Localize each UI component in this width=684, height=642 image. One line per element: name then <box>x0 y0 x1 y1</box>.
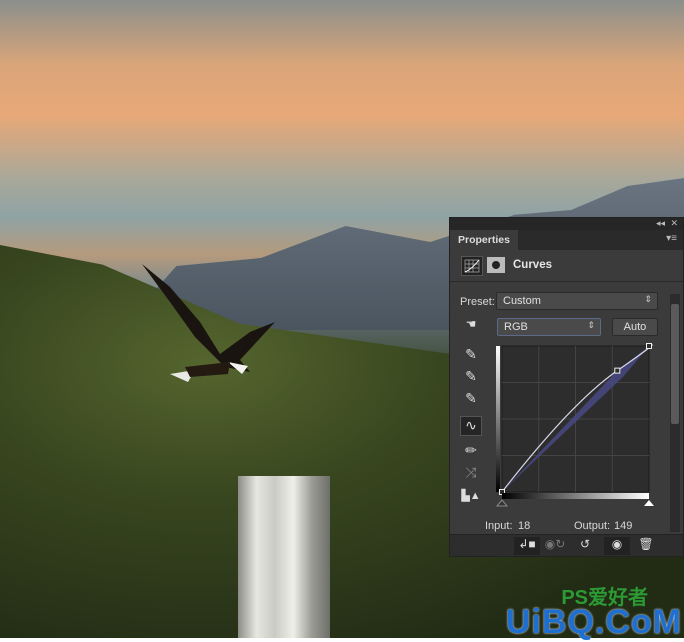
panel-footer: ↲■ ◉↻ ↺ ◉ 🗑 <box>450 534 683 556</box>
mask-icon[interactable] <box>487 257 505 273</box>
preset-label: Preset: <box>460 296 495 308</box>
clip-to-layer-icon[interactable]: ↲■ <box>514 537 540 555</box>
preset-select[interactable]: Custom ⇕ <box>496 292 658 310</box>
scrollbar-thumb[interactable] <box>671 304 679 424</box>
view-previous-icon[interactable]: ◉↻ <box>542 537 568 555</box>
curve-edit-icon[interactable]: ∿ <box>460 416 482 436</box>
input-label: Input: <box>485 520 513 532</box>
pencil-icon[interactable]: ✏ <box>460 442 482 462</box>
input-gradient <box>502 493 649 499</box>
channel-value: RGB <box>504 321 528 333</box>
panel-menu-icon[interactable]: ▾≡ <box>666 233 677 244</box>
white-point-eyedropper-icon[interactable]: ✎ <box>460 390 482 410</box>
reset-icon[interactable]: ↺ <box>572 537 598 555</box>
output-label: Output: <box>574 520 611 532</box>
eagle <box>142 264 275 382</box>
collapse-icon[interactable]: ◂◂ <box>656 218 665 229</box>
output-value: 149 <box>614 520 633 532</box>
close-icon[interactable]: ✕ <box>670 218 678 229</box>
curve-control-point[interactable] <box>614 367 621 374</box>
updown-icon: ⇕ <box>587 320 595 330</box>
smooth-icon[interactable]: ⤨ <box>460 464 482 484</box>
channel-select[interactable]: RGB ⇕ <box>497 318 601 336</box>
waterfall <box>238 476 330 638</box>
adjustment-title: Curves <box>513 259 552 271</box>
curves-adjustment-icon[interactable] <box>461 256 483 276</box>
tab-properties[interactable]: Properties <box>450 230 518 250</box>
clipping-warning-icon[interactable]: ▙▲ <box>460 489 482 509</box>
visibility-eye-icon[interactable]: ◉ <box>604 537 630 555</box>
curve-control-point[interactable] <box>646 343 652 349</box>
properties-panel: ◂◂ ✕ Properties ▾≡ Curves Preset: Custom… <box>449 217 684 557</box>
preset-value: Custom <box>503 295 541 307</box>
white-point-slider[interactable] <box>644 500 654 506</box>
black-point-eyedropper-icon[interactable]: ✎ <box>460 346 482 366</box>
auto-button[interactable]: Auto <box>612 318 658 336</box>
curve-graph[interactable] <box>496 342 656 510</box>
gray-point-eyedropper-icon[interactable]: ✎ <box>460 368 482 388</box>
watermark-site-logo: UiBQ.CoM <box>505 603 682 641</box>
scrollbar[interactable] <box>670 294 680 532</box>
black-point-slider[interactable] <box>496 499 509 507</box>
updown-icon: ⇕ <box>644 294 652 304</box>
targeted-adjustment-icon[interactable]: ☚ <box>460 317 482 337</box>
panel-topbar: ◂◂ ✕ <box>450 218 683 230</box>
output-gradient <box>496 346 500 492</box>
input-value: 18 <box>518 520 531 532</box>
delete-trash-icon[interactable]: 🗑 <box>633 537 659 555</box>
